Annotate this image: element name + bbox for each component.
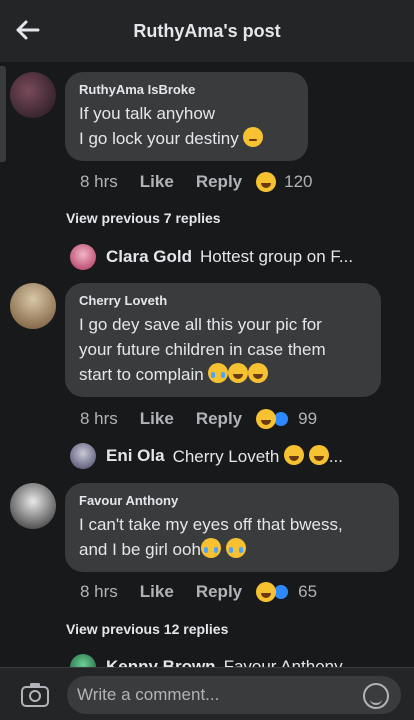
comment-line: If you talk anyhow [79,104,216,123]
comment-text: I can't take my eyes off that bwess, and… [79,512,385,562]
like-button[interactable]: Like [140,582,174,602]
haha-reaction-icon[interactable] [256,409,277,429]
comment-line-text: I go lock your destiny [79,129,239,148]
laughing-emoji-icon [308,445,329,465]
comment-line: I go dey save all this your pic for [79,315,322,334]
comment-line: and I be girl ooh [79,537,385,562]
comment-bubble[interactable]: Favour Anthony I can't take my eyes off … [65,483,399,572]
comment-line-text: start to complain [79,365,204,384]
reply-text-content: Cherry Loveth [172,447,280,466]
reply-author[interactable]: Clara Gold [106,247,192,267]
comment-text: If you talk anyhow I go lock your destin… [79,101,294,151]
crying-emoji-icon [225,538,246,558]
comment-actions: 8 hrs Like Reply 120 [80,172,313,192]
reply-text: Hottest group on F... [199,247,354,266]
comment-text: I go dey save all this your pic for your… [79,312,367,387]
crying-emoji-icon [208,363,229,383]
reply-preview[interactable]: Clara Gold Hottest group on F... [70,244,353,270]
comment-author[interactable]: RuthyAma IsBroke [79,82,294,97]
comment-line: I go lock your destiny [79,126,294,151]
avatar[interactable] [70,443,96,469]
reaction-count[interactable]: 99 [298,409,317,429]
reaction-count[interactable]: 120 [284,172,312,192]
post-header: RuthyAma's post [0,0,414,62]
scrollbar[interactable] [0,66,6,162]
smirk-emoji-icon [243,127,264,147]
comment-line: I can't take my eyes off that bwess, [79,515,343,534]
emoji-picker-icon[interactable] [363,683,389,709]
comment-author[interactable]: Favour Anthony [79,493,385,508]
reply-preview[interactable]: Eni Ola Cherry Loveth ... [70,443,343,469]
comment-composer: Write a comment... [0,667,414,720]
reply-button[interactable]: Reply [196,172,242,192]
page-title: RuthyAma's post [133,20,281,41]
view-previous-replies[interactable]: View previous 12 replies [66,621,228,637]
comment-bubble[interactable]: Cherry Loveth I go dey save all this you… [65,283,381,397]
haha-reaction-icon[interactable] [256,172,277,192]
like-button[interactable]: Like [140,409,174,429]
crying-emoji-icon [200,538,221,558]
comment-line: your future children in case them [79,340,326,359]
comment-input[interactable]: Write a comment... [67,676,401,714]
laughing-emoji-icon [284,445,305,465]
comment-actions: 8 hrs Like Reply 65 [80,582,317,602]
comment-bubble[interactable]: RuthyAma IsBroke If you talk anyhow I go… [65,72,308,161]
comment-input-placeholder: Write a comment... [77,685,220,704]
view-previous-replies[interactable]: View previous 7 replies [66,210,221,226]
avatar[interactable] [10,283,56,329]
laughing-emoji-icon [248,363,269,383]
comment-actions: 8 hrs Like Reply 99 [80,409,317,429]
comment-line: start to complain [79,362,367,387]
comment-time: 8 hrs [80,582,118,601]
reply-text: Cherry Loveth ... [172,445,343,466]
avatar[interactable] [10,72,56,118]
avatar[interactable] [70,244,96,270]
comment-author[interactable]: Cherry Loveth [79,293,367,308]
laughing-emoji-icon [228,363,249,383]
reply-button[interactable]: Reply [196,409,242,429]
comment-line-text: and I be girl ooh [79,540,201,559]
avatar[interactable] [10,483,56,529]
back-arrow-icon[interactable] [14,16,42,44]
comment-time: 8 hrs [80,172,118,191]
reply-author[interactable]: Eni Ola [106,446,165,466]
like-button[interactable]: Like [140,172,174,192]
reaction-count[interactable]: 65 [298,582,317,602]
reply-button[interactable]: Reply [196,582,242,602]
haha-reaction-icon[interactable] [256,582,277,602]
camera-icon[interactable] [20,682,50,708]
comment-time: 8 hrs [80,409,118,428]
